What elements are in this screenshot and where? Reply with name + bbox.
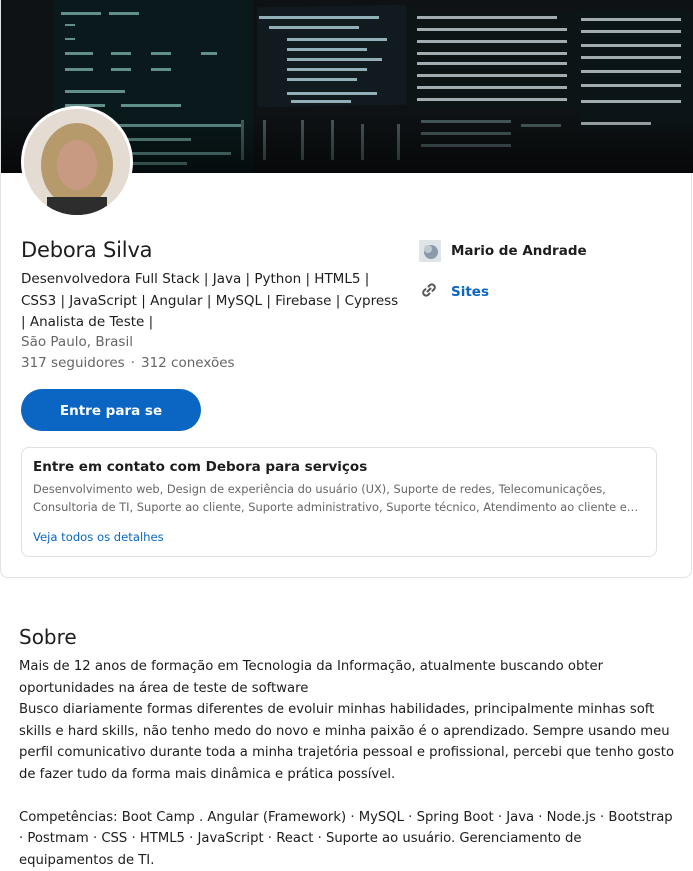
profile-headline: Desenvolvedora Full Stack | Java | Pytho…: [21, 269, 406, 334]
about-spacer: [19, 785, 679, 807]
about-section: Mais de 12 anos de formação em Tecnologi…: [19, 656, 679, 871]
connections-count[interactable]: 312 conexões: [141, 355, 235, 371]
services-box: Entre em contato com Debora para serviço…: [21, 447, 657, 557]
stats-separator: ·: [131, 355, 135, 371]
connect-button[interactable]: Entre para se conectar: [21, 389, 201, 431]
profile-stats: 317 seguidores · 312 conexões: [21, 355, 235, 371]
services-title: Entre em contato com Debora para serviço…: [33, 459, 367, 475]
about-competencies: Competências: Boot Camp . Angular (Frame…: [19, 807, 679, 871]
avatar-photo: [24, 109, 130, 215]
company-name: Mario de Andrade: [451, 243, 587, 259]
about-paragraph-1: Mais de 12 anos de formação em Tecnologi…: [19, 656, 679, 699]
profile-location: São Paulo, Brasil: [21, 334, 133, 350]
services-list: Desenvolvimento web, Design de experiênc…: [33, 481, 648, 516]
sidebar-sites[interactable]: Sites: [419, 280, 489, 304]
profile-card: Debora Silva Desenvolvedora Full Stack |…: [0, 0, 692, 578]
about-paragraph-2: Busco diariamente formas diferentes de e…: [19, 699, 679, 785]
profile-avatar[interactable]: [21, 106, 133, 218]
followers-count[interactable]: 317 seguidores: [21, 355, 125, 371]
link-icon: [419, 280, 439, 304]
about-title: Sobre: [19, 625, 77, 649]
profile-name: Debora Silva: [21, 238, 152, 262]
sidebar-company[interactable]: Mario de Andrade: [419, 240, 587, 262]
sites-link[interactable]: Sites: [451, 284, 489, 300]
services-details-link[interactable]: Veja todos os detalhes: [33, 530, 164, 544]
company-logo-icon: [419, 240, 441, 262]
